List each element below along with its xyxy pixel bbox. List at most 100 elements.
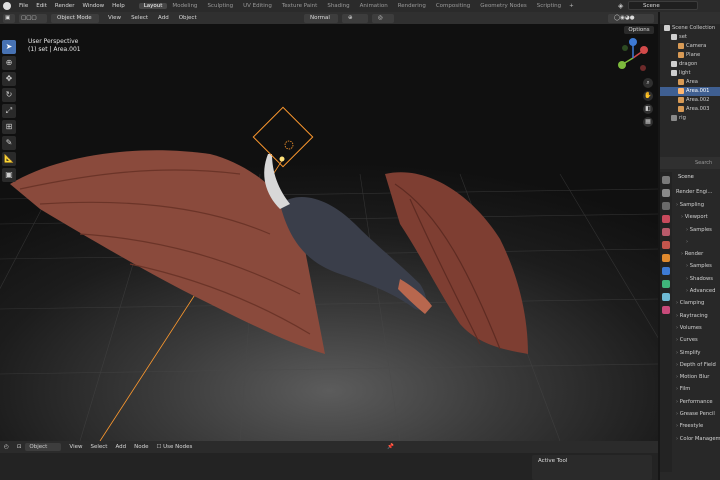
outliner-row[interactable]: Area.003 [660,105,720,114]
workspace-tab-modeling[interactable]: Modeling [167,3,202,9]
transform-tool-icon[interactable]: ⊞ [2,120,16,134]
properties-panel-row[interactable]: › Simplify [676,347,720,359]
modifier-tab-icon[interactable] [662,267,670,275]
tool-tab-icon[interactable] [662,176,670,184]
properties-panel-row[interactable]: › Curves [676,334,720,346]
properties-panel-row[interactable]: › Raytracing [676,310,720,322]
scale-tool-icon[interactable]: ⤢ [2,104,16,118]
properties-panel-row[interactable]: › Film [676,383,720,395]
data-tab-icon[interactable] [662,306,670,314]
transform-orientation-dropdown[interactable]: Normal [304,13,338,23]
use-nodes-checkbox[interactable]: ☐ Use Nodes [152,444,196,450]
menu-help[interactable]: Help [108,3,129,9]
rotate-tool-icon[interactable]: ↻ [2,88,16,102]
zoom-icon[interactable]: ⌕ [643,78,653,88]
viewport-menu-view[interactable]: View [103,15,126,21]
outliner-row[interactable]: Camera [660,42,720,51]
cursor-tool-icon[interactable]: ⊕ [2,56,16,70]
outliner-row[interactable]: Scene Collection [660,24,720,33]
object-dropdown[interactable]: Object [25,443,62,451]
menu-render[interactable]: Render [51,3,79,9]
properties-panel-row[interactable]: › Volumes [676,322,720,334]
workspace-tab-geometry-nodes[interactable]: Geometry Nodes [475,3,531,9]
outliner-row[interactable]: Plane [660,51,720,60]
move-tool-icon[interactable]: ✥ [2,72,16,86]
menu-file[interactable]: File [15,3,32,9]
pin-icon[interactable]: 📌 [383,444,398,450]
outliner-row[interactable]: rig [660,114,720,123]
properties-panel-row[interactable]: › Sampling [676,199,720,211]
constraints-tab-icon[interactable] [662,293,670,301]
blender-logo-icon[interactable] [3,2,11,10]
navigation-gizmo[interactable] [613,38,653,78]
scene-tab-icon[interactable] [662,228,670,236]
properties-panel-row[interactable]: › Advanced [676,285,720,297]
properties-search[interactable]: Search [660,157,720,169]
outliner-row[interactable]: light [660,69,720,78]
viewport-menu-select[interactable]: Select [126,15,153,21]
viewport-shading-buttons[interactable]: ◯◉◕● [608,13,654,23]
annotate-tool-icon[interactable]: ✎ [2,136,16,150]
workspace-tab-uv-editing[interactable]: UV Editing [238,3,277,9]
menu-window[interactable]: Window [78,3,108,9]
measure-tool-icon[interactable]: 📐 [2,152,16,166]
node-menu-node[interactable]: Node [130,444,152,450]
render-tab-icon[interactable] [662,189,670,197]
properties-panel-row[interactable]: › Shadows [676,273,720,285]
workspace-tab-rendering[interactable]: Rendering [393,3,431,9]
properties-row-label: Viewport [684,214,708,221]
viewport-menu-object[interactable]: Object [174,15,202,21]
node-menu-view[interactable]: View [65,444,86,450]
properties-panel-row[interactable]: › Samples [676,260,720,272]
editor-type-icon[interactable]: ◴ [0,444,13,450]
workspace-tab-shading[interactable]: Shading [322,3,354,9]
add-cube-tool-icon[interactable]: ▣ [2,168,16,182]
select-tool-icon[interactable]: ➤ [2,40,16,54]
workspace-tab-scripting[interactable]: Scripting [532,3,566,9]
select-mode-buttons[interactable]: ▢▢▢ [19,13,47,23]
outliner-row[interactable]: Area [660,78,720,87]
add-workspace-button[interactable]: + [566,3,577,9]
viewport-menu-add[interactable]: Add [153,15,174,21]
object-tab-icon[interactable] [662,254,670,262]
editor-type-button[interactable]: ▣ [3,13,15,23]
physics-tab-icon[interactable] [662,280,670,288]
properties-panel-row[interactable]: › [676,236,720,248]
options-dropdown[interactable]: Options [624,26,654,34]
outliner-row[interactable]: Area.001 [660,87,720,96]
workspace-tab-texture-paint[interactable]: Texture Paint [277,3,323,9]
outliner-row[interactable]: set [660,33,720,42]
properties-panel-row[interactable]: › Clamping [676,297,720,309]
object-mode-dropdown[interactable]: Object Mode [51,13,99,23]
output-tab-icon[interactable] [662,202,670,210]
properties-panel-row[interactable]: › Performance [676,396,720,408]
menu-edit[interactable]: Edit [32,3,51,9]
active-tool-panel[interactable]: Active Tool [532,455,652,480]
pan-hand-icon[interactable]: ✋ [643,91,653,101]
workspace-tab-animation[interactable]: Animation [355,3,393,9]
properties-panel-row[interactable]: › Depth of Field [676,359,720,371]
node-menu-add[interactable]: Add [111,444,130,450]
proportional-edit-button[interactable]: ◎ [372,13,394,23]
node-menu-select[interactable]: Select [86,444,111,450]
properties-panel-row[interactable]: › Viewport [676,211,720,223]
outliner-row[interactable]: dragon [660,60,720,69]
node-tree-type-icon[interactable]: ⊡ [13,444,26,450]
view-layer-tab-icon[interactable] [662,215,670,223]
world-tab-icon[interactable] [662,241,670,249]
outliner-row[interactable]: Area.002 [660,96,720,105]
scene-selector[interactable]: Scene [628,1,698,10]
properties-panel-row[interactable]: › Samples [676,224,720,236]
properties-panel-row[interactable]: › Freestyle [676,420,720,432]
grid-view-icon[interactable]: ▦ [643,117,653,127]
properties-panel-row[interactable]: › Render [676,248,720,260]
properties-panel-row[interactable]: › Color Management [676,433,720,445]
workspace-tab-sculpting[interactable]: Sculpting [202,3,238,9]
properties-panel-row[interactable]: › Grease Pencil [676,408,720,420]
3d-viewport[interactable]: ⌕ ✋ ◧ ▦ [0,24,658,441]
camera-view-icon[interactable]: ◧ [643,104,653,114]
snap-button[interactable]: ⊕ [342,13,368,23]
workspace-tab-compositing[interactable]: Compositing [431,3,475,9]
properties-panel-row[interactable]: › Motion Blur [676,371,720,383]
workspace-tab-layout[interactable]: Layout [138,3,168,9]
